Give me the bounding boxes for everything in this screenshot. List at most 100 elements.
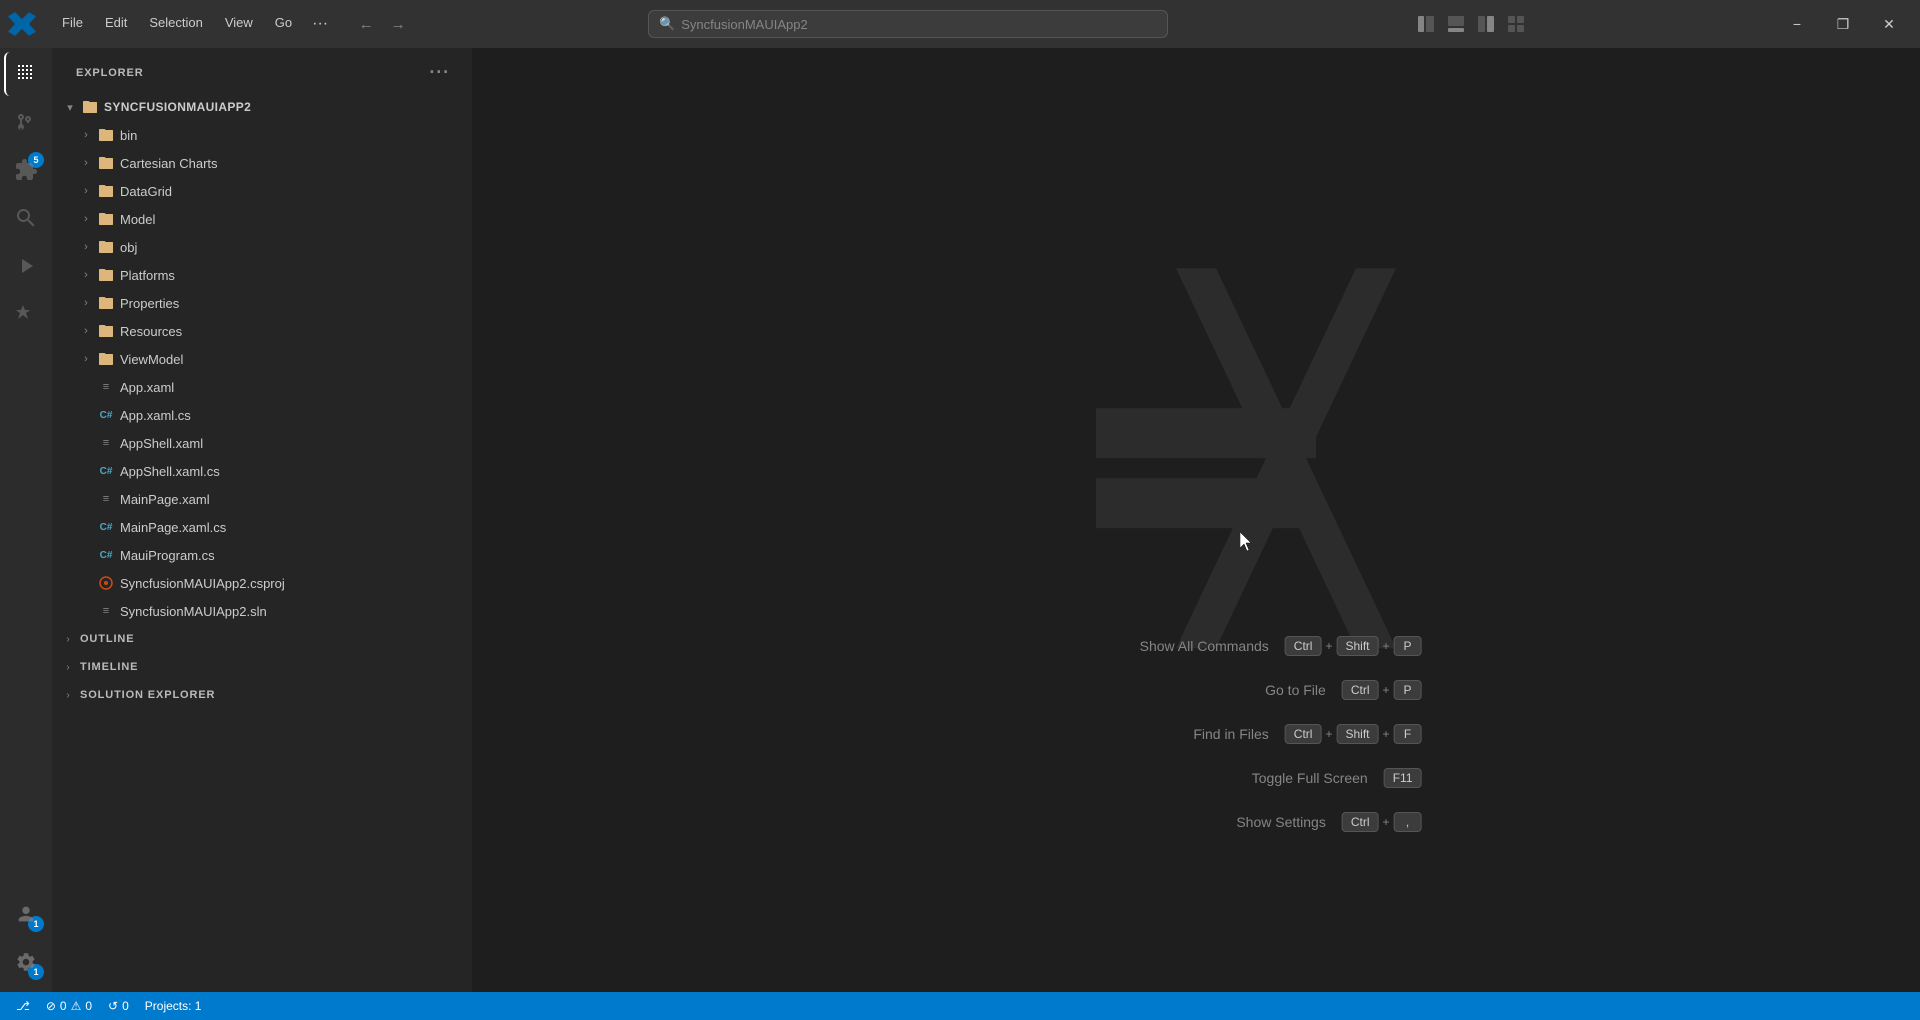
minimize-button[interactable]: − (1774, 8, 1820, 40)
tree-item-app-xaml[interactable]: › ≡ App.xaml (52, 373, 472, 401)
tree-item-datagrid[interactable]: › DataGrid (52, 177, 472, 205)
command-keys-2: Ctrl + Shift + F (1285, 724, 1422, 744)
activity-bar: 5 1 (0, 48, 52, 992)
command-label-3: Toggle Full Screen (1252, 770, 1368, 786)
root-label: SYNCFUSIONMAUIAPP2 (104, 100, 251, 114)
panel-layout-button[interactable] (1442, 10, 1470, 38)
activity-accounts[interactable]: 1 (4, 892, 48, 936)
main-area: 5 1 (0, 48, 1920, 992)
datagrid-chevron: › (76, 181, 96, 201)
outline-label: OUTLINE (80, 633, 134, 645)
status-bar: ⎇ ⊘ 0 ⚠ 0 ↺ 0 Projects: 1 (0, 992, 1920, 1020)
command-row-3: Toggle Full Screen F11 (1252, 768, 1422, 788)
menu-file[interactable]: File (52, 11, 93, 37)
key-f11: F11 (1384, 768, 1422, 788)
timeline-section-header[interactable]: › TIMELINE (52, 653, 472, 681)
bin-label: bin (120, 128, 137, 143)
tree-item-csproj[interactable]: › SyncfusionMAUIApp2.csproj (52, 569, 472, 597)
status-projects[interactable]: Projects: 1 (137, 992, 210, 1020)
activity-settings[interactable]: 1 (4, 940, 48, 984)
viewmodel-folder-icon (96, 349, 116, 369)
sln-icon: ≡ (96, 601, 116, 621)
warning-icon: ⚠ (71, 999, 82, 1013)
tree-item-app-xaml-cs[interactable]: › C# App.xaml.cs (52, 401, 472, 429)
layout-buttons (1412, 10, 1530, 38)
tree-item-viewmodel[interactable]: › ViewModel (52, 345, 472, 373)
key-plus-2b: + (1382, 727, 1389, 741)
activity-test[interactable] (4, 292, 48, 336)
nav-back-button[interactable]: ← (352, 10, 380, 38)
command-keys-0: Ctrl + Shift + P (1285, 636, 1422, 656)
search-icon: 🔍 (659, 16, 675, 32)
root-chevron-down: ▾ (60, 97, 80, 117)
menu-more[interactable]: ··· (304, 11, 336, 37)
activity-explorer[interactable] (4, 52, 48, 96)
activity-search[interactable] (4, 196, 48, 240)
mainpage-xaml-cs-label: MainPage.xaml.cs (120, 520, 226, 535)
tree-item-obj[interactable]: › obj (52, 233, 472, 261)
key-plus-0a: + (1325, 639, 1332, 653)
activity-source-control[interactable] (4, 100, 48, 144)
key-ctrl-0: Ctrl (1285, 636, 1322, 656)
search-text: SyncfusionMAUIApp2 (681, 17, 807, 32)
search-bar[interactable]: 🔍 SyncfusionMAUIApp2 (648, 10, 1168, 38)
menu-edit[interactable]: Edit (95, 11, 137, 37)
tree-item-sln[interactable]: › ≡ SyncfusionMAUIApp2.sln (52, 597, 472, 625)
menu-selection[interactable]: Selection (139, 11, 212, 37)
split-layout-button[interactable] (1472, 10, 1500, 38)
command-keys-3: F11 (1384, 768, 1422, 788)
sidebar-title: EXPLORER (76, 67, 144, 79)
tree-item-resources[interactable]: › Resources (52, 317, 472, 345)
bin-folder-icon (96, 125, 116, 145)
command-row-4: Show Settings Ctrl + , (1236, 812, 1421, 832)
warning-count: 0 (85, 999, 92, 1013)
outline-chevron: › (60, 631, 76, 647)
tree-item-appshell-xaml[interactable]: › ≡ AppShell.xaml (52, 429, 472, 457)
cartesian-charts-chevron: › (76, 153, 96, 173)
solution-explorer-section-header[interactable]: › SOLUTION EXPLORER (52, 681, 472, 709)
timeline-label: TIMELINE (80, 661, 138, 673)
nav-forward-button[interactable]: → (384, 10, 412, 38)
menu-view[interactable]: View (215, 11, 263, 37)
menu-bar: File Edit Selection View Go ··· (52, 11, 336, 37)
app-xaml-cs-icon: C# (96, 405, 116, 425)
file-tree: ▾ SYNCFUSIONMAUIAPP2 › bin › (52, 93, 472, 709)
tree-item-appshell-xaml-cs[interactable]: › C# AppShell.xaml.cs (52, 457, 472, 485)
sln-label: SyncfusionMAUIApp2.sln (120, 604, 267, 619)
tree-item-bin[interactable]: › bin (52, 121, 472, 149)
status-sync[interactable]: ↺ 0 (100, 992, 137, 1020)
projects-label: Projects: 1 (145, 999, 202, 1013)
tree-item-cartesian-charts[interactable]: › Cartesian Charts (52, 149, 472, 177)
properties-chevron: › (76, 293, 96, 313)
menu-go[interactable]: Go (265, 11, 302, 37)
tree-item-mainpage-xaml[interactable]: › ≡ MainPage.xaml (52, 485, 472, 513)
key-ctrl-4: Ctrl (1342, 812, 1379, 832)
tree-item-model[interactable]: › Model (52, 205, 472, 233)
key-plus-2a: + (1325, 727, 1332, 741)
model-folder-icon (96, 209, 116, 229)
close-button[interactable]: ✕ (1866, 8, 1912, 40)
tree-item-platforms[interactable]: › Platforms (52, 261, 472, 289)
key-plus-4a: + (1382, 815, 1389, 829)
datagrid-folder-icon (96, 181, 116, 201)
timeline-chevron: › (60, 659, 76, 675)
error-icon: ⊘ (46, 999, 56, 1013)
bin-chevron: › (76, 125, 96, 145)
resources-label: Resources (120, 324, 182, 339)
status-branch[interactable]: ⎇ (8, 992, 38, 1020)
activity-run[interactable] (4, 244, 48, 288)
restore-button[interactable]: ❐ (1820, 8, 1866, 40)
tree-item-properties[interactable]: › Properties (52, 289, 472, 317)
activity-extensions[interactable]: 5 (4, 148, 48, 192)
model-chevron: › (76, 209, 96, 229)
properties-folder-icon (96, 293, 116, 313)
sidebar-more-button[interactable]: ··· (423, 60, 456, 85)
tree-root-item[interactable]: ▾ SYNCFUSIONMAUIAPP2 (52, 93, 472, 121)
properties-label: Properties (120, 296, 179, 311)
tree-item-mainpage-xaml-cs[interactable]: › C# MainPage.xaml.cs (52, 513, 472, 541)
sidebar-layout-button[interactable] (1412, 10, 1440, 38)
tree-item-mauiprogram[interactable]: › C# MauiProgram.cs (52, 541, 472, 569)
status-errors[interactable]: ⊘ 0 ⚠ 0 (38, 992, 100, 1020)
outline-section-header[interactable]: › OUTLINE (52, 625, 472, 653)
grid-layout-button[interactable] (1502, 10, 1530, 38)
